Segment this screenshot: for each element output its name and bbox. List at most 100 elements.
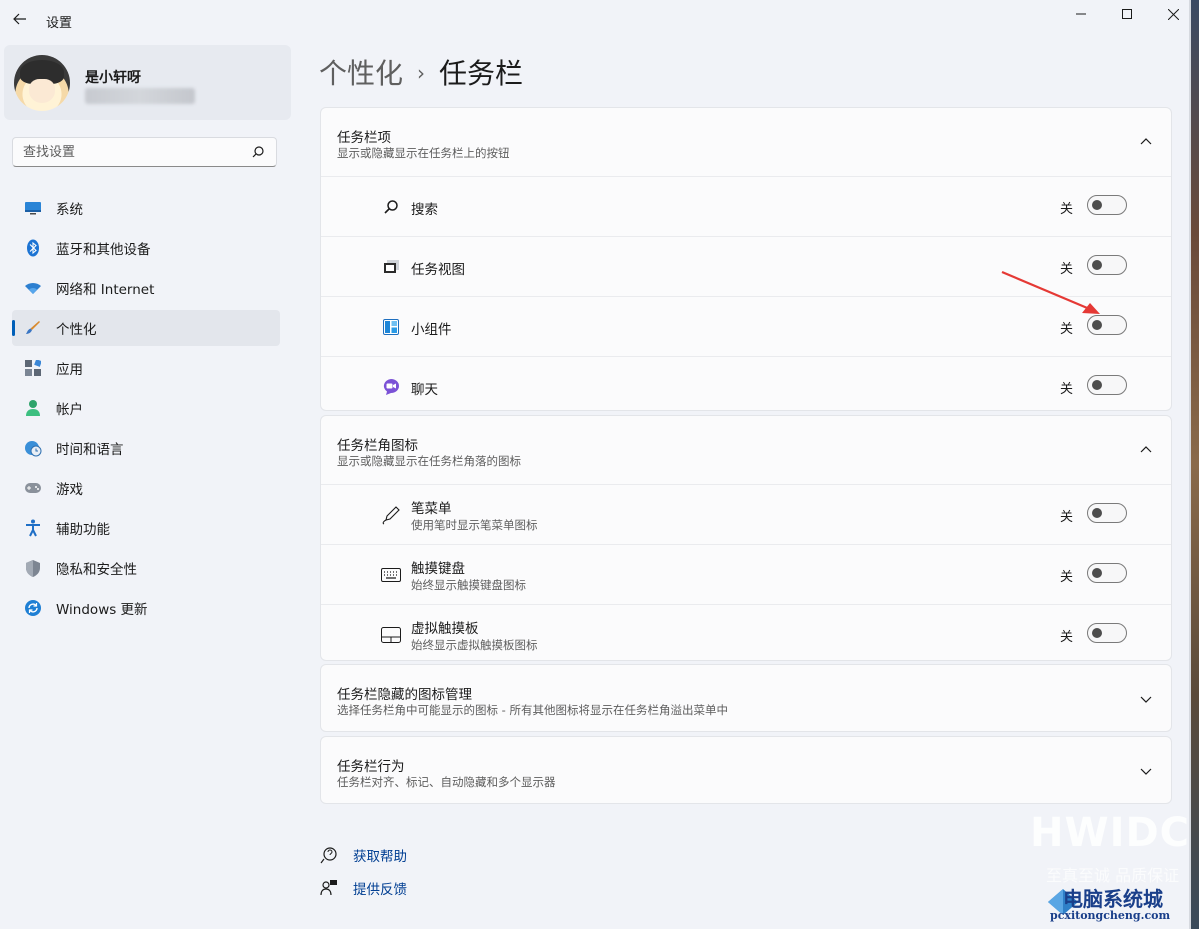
sidebar-item-accessibility[interactable]: 辅助功能 <box>12 510 280 546</box>
sidebar-item-accounts[interactable]: 帐户 <box>12 390 280 426</box>
globe-clock-icon <box>24 439 42 457</box>
sidebar-item-label: Windows 更新 <box>56 602 148 618</box>
toggle-state-text: 关 <box>1060 322 1074 337</box>
breadcrumb-parent[interactable]: 个性化 <box>319 57 403 90</box>
setting-label: 触摸键盘 <box>411 561 465 577</box>
app-title: 设置 <box>46 16 73 31</box>
sidebar-item-apps[interactable]: 应用 <box>12 350 280 386</box>
maximize-button[interactable] <box>1104 0 1150 28</box>
search-input[interactable] <box>13 138 263 166</box>
chevron-up-icon <box>1140 446 1152 453</box>
chat-icon <box>381 377 401 397</box>
breadcrumb-separator: › <box>417 61 426 85</box>
search-box <box>12 137 277 167</box>
section-title: 任务栏行为 <box>337 759 405 775</box>
corner-icons-header[interactable]: 任务栏角图标 显示或隐藏显示在任务栏角落的图标 <box>321 416 1171 484</box>
update-icon <box>24 599 42 617</box>
brush-icon <box>24 319 42 337</box>
search-icon[interactable] <box>250 144 266 160</box>
minimize-button[interactable] <box>1058 0 1104 28</box>
section-subtitle: 任务栏对齐、标记、自动隐藏和多个显示器 <box>337 775 556 789</box>
annotation-arrow <box>1001 270 1100 314</box>
section-title: 任务栏隐藏的图标管理 <box>337 687 472 703</box>
link-label: 提供反馈 <box>353 881 407 898</box>
sidebar-item-label: 隐私和安全性 <box>56 562 137 578</box>
setting-description: 始终显示触摸键盘图标 <box>411 578 526 592</box>
bluetooth-icon <box>24 239 42 257</box>
help-icon <box>320 846 337 863</box>
sidebar-item-windows-update[interactable]: Windows 更新 <box>12 590 280 626</box>
setting-row-virtual-touchpad: 虚拟触摸板 始终显示虚拟触摸板图标 关 <box>321 604 1171 664</box>
sidebar-item-label: 帐户 <box>56 402 83 418</box>
accessibility-icon <box>24 519 42 537</box>
setting-label: 任务视图 <box>411 262 465 278</box>
section-subtitle: 显示或隐藏显示在任务栏上的按钮 <box>337 146 510 160</box>
widgets-icon <box>381 317 401 337</box>
feedback-link[interactable]: 提供反馈 <box>320 871 407 904</box>
sidebar-item-bluetooth[interactable]: 蓝牙和其他设备 <box>12 230 280 266</box>
setting-row-touch-keyboard: 触摸键盘 始终显示触摸键盘图标 关 <box>321 544 1171 604</box>
link-label: 获取帮助 <box>353 848 407 865</box>
toggle-state-text: 关 <box>1060 382 1074 397</box>
sidebar-item-label: 系统 <box>56 202 83 218</box>
desktop-background-strip <box>1191 0 1199 929</box>
help-links: 获取帮助 提供反馈 <box>320 838 407 904</box>
chevron-down-icon <box>1140 696 1152 703</box>
wifi-icon <box>24 279 42 297</box>
feedback-icon <box>320 879 337 895</box>
toggle-state-text: 关 <box>1060 570 1074 585</box>
person-icon <box>24 399 42 417</box>
keyboard-icon <box>381 565 401 585</box>
toggle-state-text: 关 <box>1060 510 1074 525</box>
section-title: 任务栏项 <box>337 130 391 146</box>
touchpad-icon <box>381 625 401 645</box>
close-icon <box>1167 8 1179 20</box>
sidebar-nav: 系统 蓝牙和其他设备 网络和 Internet 个性化 应用 帐户 时间和语言 … <box>12 190 280 630</box>
chevron-up-icon <box>1140 138 1152 145</box>
watermark-text: HWIDC <box>1030 810 1191 856</box>
corner-icons-section: 任务栏角图标 显示或隐藏显示在任务栏角落的图标 笔菜单 使用笔时显示笔菜单图标 … <box>320 415 1172 661</box>
shield-icon <box>24 559 42 577</box>
search-icon <box>381 197 401 217</box>
chat-toggle[interactable] <box>1087 375 1127 395</box>
toggle-state-text: 关 <box>1060 630 1074 645</box>
touch-keyboard-toggle[interactable] <box>1087 563 1127 583</box>
setting-row-pen-menu: 笔菜单 使用笔时显示笔菜单图标 关 <box>321 484 1171 544</box>
sidebar-item-label: 应用 <box>56 362 83 378</box>
breadcrumb: 个性化 › 任务栏 <box>319 52 523 92</box>
page-title: 任务栏 <box>439 57 524 90</box>
setting-label: 小组件 <box>411 322 452 338</box>
minimize-icon <box>1076 13 1086 15</box>
sidebar-item-label: 游戏 <box>56 482 83 498</box>
section-subtitle: 选择任务栏角中可能显示的图标 - 所有其他图标将显示在任务栏角溢出菜单中 <box>337 703 728 717</box>
user-name: 是小轩呀 <box>85 70 141 86</box>
behaviors-section[interactable]: 任务栏行为 任务栏对齐、标记、自动隐藏和多个显示器 <box>320 736 1172 804</box>
back-arrow-icon <box>13 13 26 25</box>
sidebar-item-system[interactable]: 系统 <box>12 190 280 226</box>
pen-menu-toggle[interactable] <box>1087 503 1127 523</box>
monitor-icon <box>24 199 42 217</box>
sidebar-item-network[interactable]: 网络和 Internet <box>12 270 280 306</box>
search-toggle[interactable] <box>1087 195 1127 215</box>
avatar <box>14 55 70 111</box>
sidebar-item-label: 蓝牙和其他设备 <box>56 242 151 258</box>
get-help-link[interactable]: 获取帮助 <box>320 838 407 871</box>
watermark-url: pcxitongcheng.com <box>1050 909 1171 922</box>
virtual-touchpad-toggle[interactable] <box>1087 623 1127 643</box>
user-profile-card[interactable]: 是小轩呀 <box>4 45 291 120</box>
title-bar: 设置 <box>0 0 1199 40</box>
sidebar-item-personalization[interactable]: 个性化 <box>12 310 280 346</box>
overflow-section[interactable]: 任务栏隐藏的图标管理 选择任务栏角中可能显示的图标 - 所有其他图标将显示在任务… <box>320 664 1172 732</box>
sidebar-item-gaming[interactable]: 游戏 <box>12 470 280 506</box>
setting-label: 虚拟触摸板 <box>411 621 479 637</box>
gamepad-icon <box>24 479 42 497</box>
setting-row-search: 搜索 关 <box>321 176 1171 236</box>
task-view-icon <box>381 257 401 277</box>
sidebar-item-privacy[interactable]: 隐私和安全性 <box>12 550 280 586</box>
sidebar-item-label: 网络和 Internet <box>56 282 155 298</box>
setting-label: 搜索 <box>411 202 438 218</box>
taskbar-items-section: 任务栏项 显示或隐藏显示在任务栏上的按钮 搜索 关 任务视图 关 小组件 关 聊… <box>320 107 1172 411</box>
back-button[interactable] <box>9 8 31 30</box>
sidebar-item-time-language[interactable]: 时间和语言 <box>12 430 280 466</box>
taskbar-items-header[interactable]: 任务栏项 显示或隐藏显示在任务栏上的按钮 <box>321 108 1171 176</box>
